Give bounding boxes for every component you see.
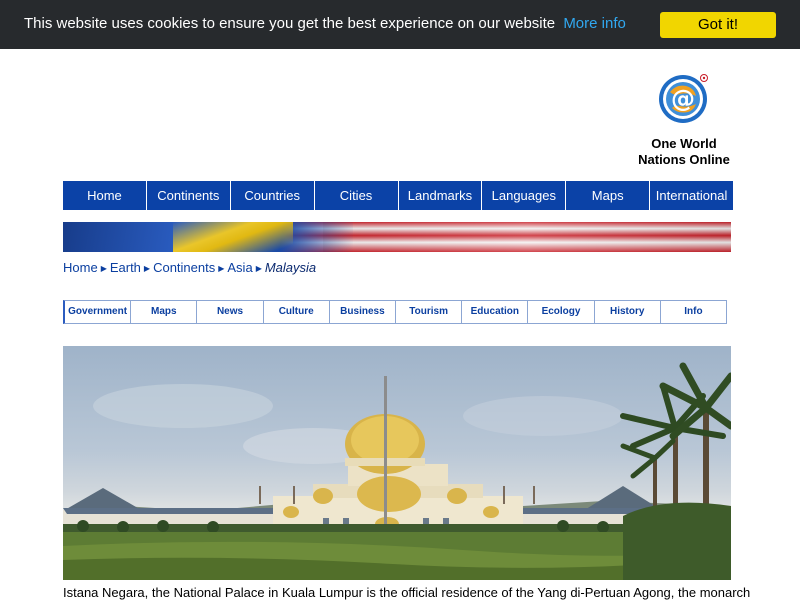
nav-item-international[interactable]: International	[650, 181, 733, 210]
main-nav: Home Continents Countries Cities Landmar…	[63, 181, 733, 210]
flag-star-crescent	[173, 222, 293, 252]
sub-nav-culture[interactable]: Culture	[264, 301, 330, 323]
breadcrumb-arrow-icon: ▶	[143, 264, 151, 273]
at-globe-logo-icon: @	[659, 74, 708, 123]
cookie-accept-button[interactable]: Got it!	[660, 12, 776, 38]
cookie-message-text: This website uses cookies to ensure you …	[24, 15, 556, 32]
breadcrumb-current: Malaysia	[264, 260, 317, 275]
nav-item-maps[interactable]: Maps	[566, 181, 651, 210]
sub-nav-info[interactable]: Info	[661, 301, 726, 323]
site-logo[interactable]: @ One World Nations Online	[636, 70, 732, 168]
breadcrumb-asia[interactable]: Asia	[227, 260, 252, 275]
breadcrumb-arrow-icon: ▶	[255, 264, 262, 273]
breadcrumb-arrow-icon: ▶	[218, 264, 225, 273]
sub-nav-business[interactable]: Business	[330, 301, 397, 323]
nav-item-landmarks[interactable]: Landmarks	[399, 181, 483, 210]
breadcrumb-continents[interactable]: Continents	[153, 260, 215, 275]
cookie-consent-bar: This website uses cookies to ensure you …	[0, 0, 800, 49]
breadcrumb-arrow-icon: ▶	[100, 264, 107, 273]
nav-item-cities[interactable]: Cities	[315, 181, 399, 210]
logo-text: One World Nations Online	[636, 136, 732, 168]
malaysia-flag-banner	[63, 222, 731, 252]
photo-caption: Istana Negara, the National Palace in Ku…	[63, 585, 751, 600]
sub-nav-education[interactable]: Education	[462, 301, 529, 323]
sub-nav-ecology[interactable]: Ecology	[528, 301, 595, 323]
istana-negara-photo	[63, 346, 731, 580]
logo-line-2: Nations Online	[638, 152, 730, 167]
cookie-message: This website uses cookies to ensure you …	[24, 15, 626, 32]
logo-line-1: One World	[651, 136, 717, 151]
sub-nav-government[interactable]: Government	[65, 301, 132, 323]
sub-nav-maps[interactable]: Maps	[131, 301, 198, 323]
palace-illustration	[63, 362, 731, 580]
svg-text:@: @	[671, 85, 695, 113]
sub-nav-history[interactable]: History	[595, 301, 661, 323]
nav-item-countries[interactable]: Countries	[231, 181, 315, 210]
country-sub-nav: Government Maps News Culture Business To…	[63, 300, 727, 324]
breadcrumb: Home ▶ Earth ▶ Continents ▶ Asia ▶ Malaysia	[63, 260, 316, 275]
breadcrumb-earth[interactable]: Earth	[110, 260, 141, 275]
sub-nav-news[interactable]: News	[197, 301, 264, 323]
cookie-more-info-link[interactable]: More info	[563, 15, 626, 32]
nav-item-continents[interactable]: Continents	[147, 181, 231, 210]
flag-stripes-shading	[323, 222, 731, 252]
breadcrumb-home[interactable]: Home	[63, 260, 98, 275]
nav-item-home[interactable]: Home	[63, 181, 147, 210]
sub-nav-tourism[interactable]: Tourism	[396, 301, 463, 323]
nav-item-languages[interactable]: Languages	[482, 181, 567, 210]
